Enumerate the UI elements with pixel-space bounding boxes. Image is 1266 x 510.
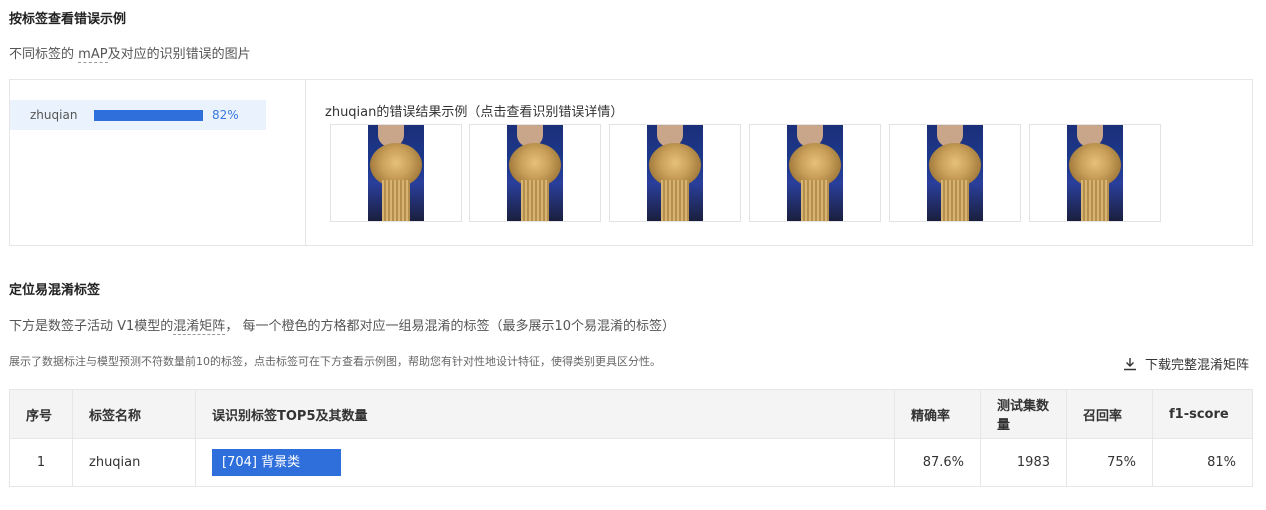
example-image: [927, 125, 983, 221]
tag-list-item-zhuqian[interactable]: zhuqian 82%: [10, 100, 266, 130]
examples-title: zhuqian的错误结果示例（点击查看识别错误详情）: [325, 105, 624, 120]
example-thumbnail[interactable]: [1029, 124, 1161, 222]
col-label-name: 标签名称: [72, 389, 196, 439]
col-precision: 精确率: [894, 389, 981, 439]
example-image: [507, 125, 563, 221]
download-label: 下载完整混淆矩阵: [1145, 358, 1250, 373]
desc-prefix: 下方是数签子活动 V1模型的: [9, 319, 174, 334]
example-thumbnail[interactable]: [330, 124, 462, 222]
cell-recall: 75%: [1066, 438, 1153, 487]
example-thumbnail[interactable]: [749, 124, 881, 222]
cell-label-name: zhuqian: [72, 438, 196, 487]
example-thumbnail[interactable]: [469, 124, 601, 222]
download-icon: [1124, 357, 1136, 370]
example-thumbnails: [330, 124, 1170, 224]
col-top5: 误识别标签TOP5及其数量: [195, 389, 895, 439]
table-header-row: 序号 标签名称 误识别标签TOP5及其数量 精确率 测试集数量 召回率 f1-s…: [9, 389, 1253, 439]
example-image: [1067, 125, 1123, 221]
section-desc-error-examples: 不同标签的 mAP及对应的识别错误的图片: [9, 43, 251, 63]
section-title-confusion: 定位易混淆标签: [9, 283, 101, 298]
section-desc-confusion: 下方是数签子活动 V1模型的混淆矩阵， 每一个橙色的方格都对应一组易混淆的标签（…: [9, 315, 675, 335]
col-f1: f1-score: [1152, 389, 1253, 439]
desc-prefix: 不同标签的: [9, 47, 75, 62]
example-thumbnail[interactable]: [889, 124, 1021, 222]
confused-label-chip[interactable]: [704] 背景类: [212, 449, 341, 476]
download-matrix-button[interactable]: 下载完整混淆矩阵: [1123, 354, 1249, 373]
cell-precision: 87.6%: [894, 438, 981, 487]
col-index: 序号: [9, 389, 73, 439]
col-recall: 召回率: [1066, 389, 1153, 439]
map-bar: [94, 109, 203, 121]
desc-suffix: 及对应的识别错误的图片: [107, 47, 251, 62]
cell-top5: [704] 背景类: [195, 438, 895, 487]
table-row: 1 zhuqian [704] 背景类 87.6% 1983 75% 81%: [9, 438, 1253, 487]
confusion-table: 序号 标签名称 误识别标签TOP5及其数量 精确率 测试集数量 召回率 f1-s…: [9, 389, 1253, 487]
example-image: [787, 125, 843, 221]
cell-f1: 81%: [1152, 438, 1253, 487]
example-image: [647, 125, 703, 221]
cell-test-count: 1983: [980, 438, 1067, 487]
section-title-error-examples: 按标签查看错误示例: [9, 12, 127, 27]
map-percent: 82%: [212, 108, 239, 122]
example-thumbnail[interactable]: [609, 124, 741, 222]
cell-index: 1: [9, 438, 73, 487]
error-examples-panel: zhuqian 82% zhuqian的错误结果示例（点击查看识别错误详情）: [9, 79, 1253, 246]
confusion-note: 展示了数据标注与模型预测不符数量前10的标签，点击标签可在下方查看示例图，帮助您…: [9, 355, 661, 368]
desc-suffix: ， 每一个橙色的方格都对应一组易混淆的标签（最多展示10个易混淆的标签）: [225, 319, 675, 334]
confusion-matrix-link[interactable]: 混淆矩阵: [173, 319, 226, 335]
map-term-link[interactable]: mAP: [78, 47, 108, 63]
example-image: [368, 125, 424, 221]
tag-name: zhuqian: [30, 108, 78, 122]
col-test-count: 测试集数量: [980, 389, 1067, 439]
panel-divider: [305, 80, 306, 245]
